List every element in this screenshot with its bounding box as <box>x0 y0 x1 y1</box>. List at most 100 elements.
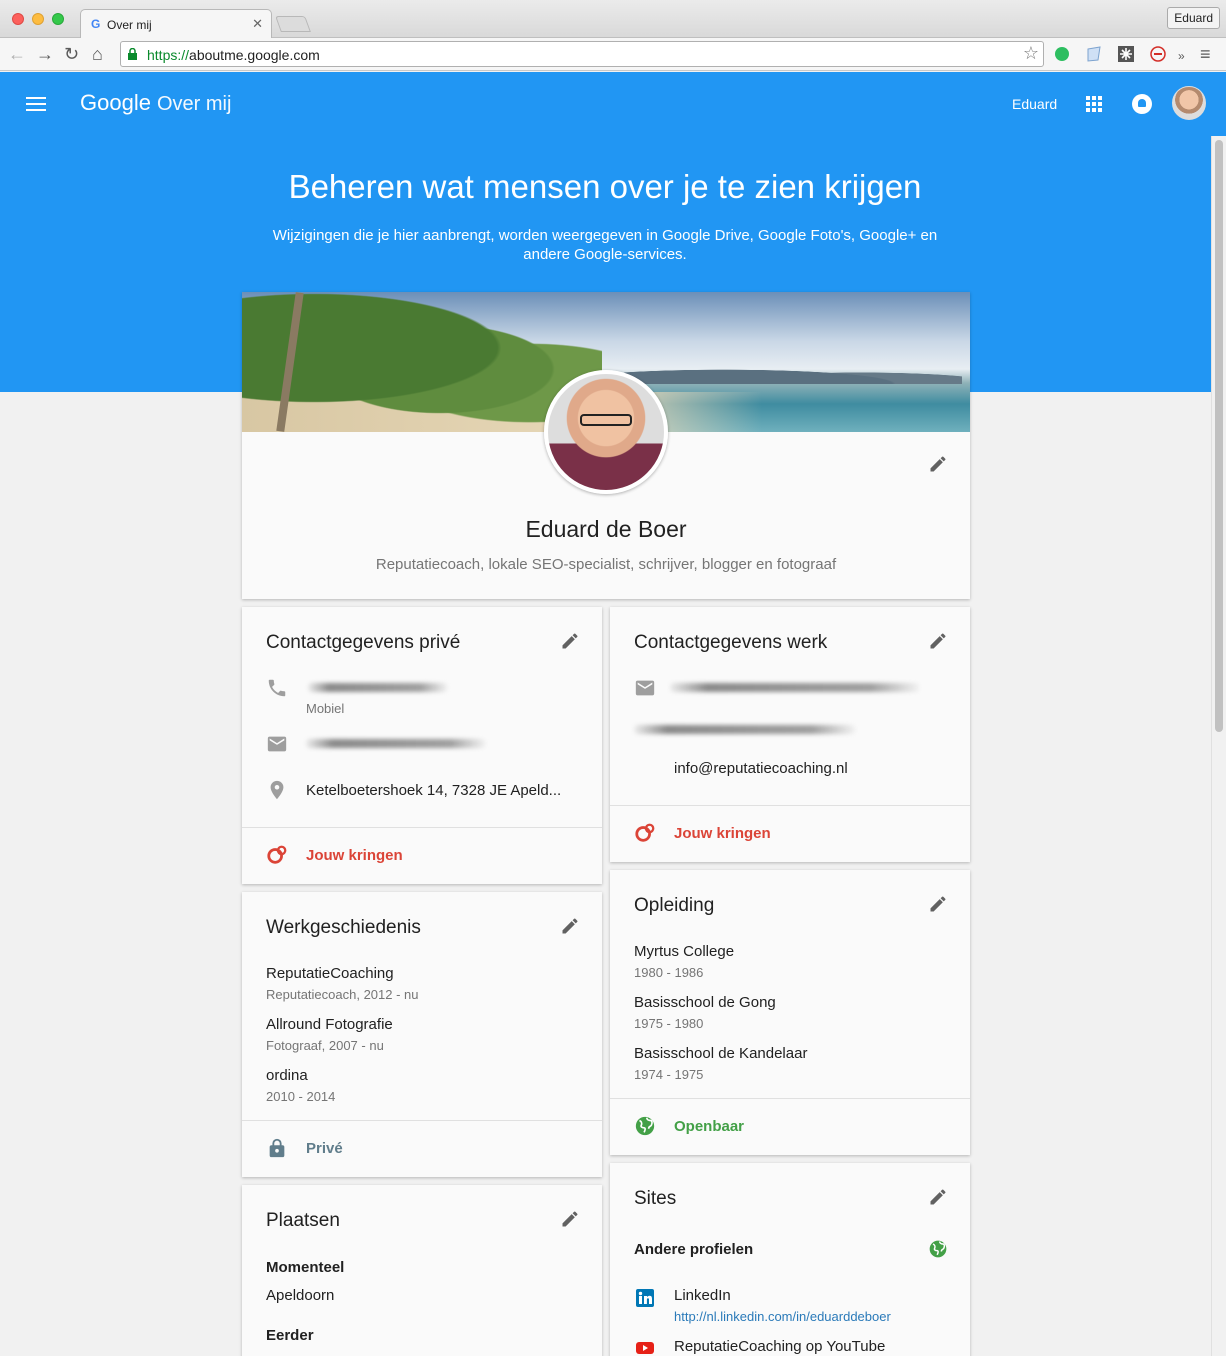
current-place-label: Momenteel <box>266 1259 345 1276</box>
email-icon <box>635 680 655 696</box>
divider <box>242 1120 602 1121</box>
back-icon[interactable]: ← <box>8 44 26 64</box>
globe-icon <box>635 1116 655 1136</box>
app-header: Google Over mij Eduard <box>0 72 1226 136</box>
notifications-bell-icon[interactable] <box>1132 94 1152 114</box>
edit-pencil-icon[interactable] <box>560 631 580 651</box>
profile-tagline: Reputatiecoach, lokale SEO-specialist, s… <box>375 556 837 573</box>
contact-work-card: Contactgegevens werk info@reputatiecoach… <box>610 607 970 862</box>
edit-pencil-icon[interactable] <box>928 1187 948 1207</box>
circles-icon <box>635 823 655 842</box>
site-link-name: LinkedIn <box>674 1287 731 1304</box>
card-title: Werkgeschiedenis <box>266 917 421 938</box>
work-history-card: Werkgeschiedenis ReputatieCoaching Reput… <box>242 892 602 1177</box>
work-entry-name: ordina <box>266 1067 308 1084</box>
work-entry-detail: Reputatiecoach, 2012 - nu <box>266 987 419 1002</box>
evernote-extension-icon[interactable] <box>1054 46 1070 62</box>
redacted-work-email-2 <box>634 725 856 734</box>
divider <box>610 1098 970 1099</box>
site-link-name: ReputatieCoaching op YouTube <box>674 1338 886 1355</box>
visibility-circles-link[interactable]: Jouw kringen <box>306 847 403 864</box>
profile-photo[interactable] <box>544 370 668 494</box>
minimize-window-button[interactable] <box>32 13 44 25</box>
product-name: Over mij <box>156 93 232 115</box>
forward-icon[interactable]: → <box>36 44 54 64</box>
puzzle-extension-icon[interactable] <box>1118 46 1134 62</box>
divider <box>610 805 970 806</box>
edit-pencil-icon[interactable] <box>928 631 948 651</box>
app-brand[interactable]: Google Over mij <box>80 90 231 116</box>
contact-private-card: Contactgegevens privé Mobiel Ketelboeter… <box>242 607 602 884</box>
reload-icon[interactable]: ↻ <box>64 44 79 64</box>
linkedin-icon <box>636 1289 654 1307</box>
google-favicon-icon: G <box>91 17 101 31</box>
visibility-public-link[interactable]: Openbaar <box>674 1118 744 1135</box>
work-entry-name: ReputatieCoaching <box>266 965 394 982</box>
education-entry-name: Basisschool de Kandelaar <box>634 1045 808 1062</box>
visibility-private-link[interactable]: Privé <box>306 1140 343 1157</box>
tab-title: Over mij <box>107 18 152 32</box>
work-entry-name: Allround Fotografie <box>266 1016 393 1033</box>
globe-icon[interactable] <box>928 1239 948 1259</box>
hamburger-menu-icon[interactable] <box>26 97 46 111</box>
more-extensions-icon[interactable]: » <box>1178 46 1185 66</box>
tab-close-icon[interactable]: ✕ <box>252 16 263 32</box>
browser-menu-icon[interactable]: ≡ <box>1200 44 1211 64</box>
card-title: Contactgegevens privé <box>266 632 461 653</box>
site-link-url[interactable]: http://nl.linkedin.com/in/eduarddeboer <box>674 1309 891 1324</box>
work-entry-detail: Fotograaf, 2007 - nu <box>266 1038 384 1053</box>
browser-toolbar: ← → ↻ ⌂ https://aboutme.google.com ☆ » ≡ <box>0 38 1226 71</box>
card-title: Sites <box>634 1188 677 1209</box>
apps-grid-icon[interactable] <box>1086 96 1102 112</box>
edit-pencil-icon[interactable] <box>560 1209 580 1229</box>
edit-pencil-icon[interactable] <box>928 894 948 914</box>
new-tab-button[interactable] <box>275 16 311 32</box>
address-text: Ketelboetershoek 14, 7328 JE Apeld... <box>306 782 562 799</box>
header-user-name[interactable]: Eduard <box>1012 96 1057 112</box>
close-window-button[interactable] <box>12 13 24 25</box>
profile-card: Eduard de Boer Reputatiecoach, lokale SE… <box>242 292 970 599</box>
address-bar[interactable]: https://aboutme.google.com ☆ <box>120 41 1044 67</box>
address-url: https://aboutme.google.com <box>147 47 320 63</box>
bookmark-star-icon[interactable]: ☆ <box>1023 43 1039 64</box>
education-entry-detail: 1974 - 1975 <box>634 1067 704 1082</box>
lock-icon <box>269 1138 285 1158</box>
redacted-email <box>306 739 486 748</box>
card-title: Contactgegevens werk <box>634 632 828 653</box>
edit-pencil-icon[interactable] <box>560 916 580 936</box>
header-avatar[interactable] <box>1172 86 1206 120</box>
card-title: Opleiding <box>634 895 715 916</box>
education-entry-detail: 1980 - 1986 <box>634 965 704 980</box>
page-subtitle: Wijzigingen die je hier aanbrengt, worde… <box>272 227 938 263</box>
maximize-window-button[interactable] <box>52 13 64 25</box>
youtube-icon <box>636 1342 654 1354</box>
email-icon <box>267 736 287 752</box>
lastpass-extension-icon[interactable] <box>1150 46 1166 62</box>
edit-pencil-icon[interactable] <box>928 454 948 474</box>
divider <box>242 827 602 828</box>
work-email-text: info@reputatiecoaching.nl <box>674 760 848 777</box>
scrollbar-thumb[interactable] <box>1215 140 1223 732</box>
profile-name: Eduard de Boer <box>525 516 687 542</box>
location-pin-icon <box>270 780 284 800</box>
education-entry-name: Basisschool de Gong <box>634 994 776 1011</box>
page-scrollbar[interactable] <box>1211 136 1226 1356</box>
education-entry-name: Myrtus College <box>634 943 735 960</box>
browser-tab[interactable]: G Over mij ✕ <box>80 9 272 38</box>
education-entry-detail: 1975 - 1980 <box>634 1016 704 1031</box>
flag-extension-icon[interactable] <box>1086 46 1102 62</box>
phone-icon <box>268 679 286 697</box>
browser-profile-button[interactable]: Eduard <box>1167 7 1220 29</box>
previous-places-label: Eerder <box>266 1327 314 1344</box>
page-title: Beheren wat mensen over je te zien krijg… <box>288 168 922 205</box>
browser-titlebar: G Over mij ✕ Eduard <box>0 0 1226 38</box>
lock-icon <box>128 48 137 60</box>
visibility-circles-link[interactable]: Jouw kringen <box>674 825 771 842</box>
education-card: Opleiding Myrtus College 1980 - 1986 Bas… <box>610 870 970 1155</box>
phone-type-label: Mobiel <box>306 701 345 716</box>
sites-card: Sites Andere profielen LinkedIn http://n… <box>610 1163 970 1356</box>
redacted-work-email <box>670 683 920 692</box>
home-icon[interactable]: ⌂ <box>92 44 103 64</box>
circles-icon <box>267 845 287 864</box>
current-place-value: Apeldoorn <box>266 1287 335 1304</box>
